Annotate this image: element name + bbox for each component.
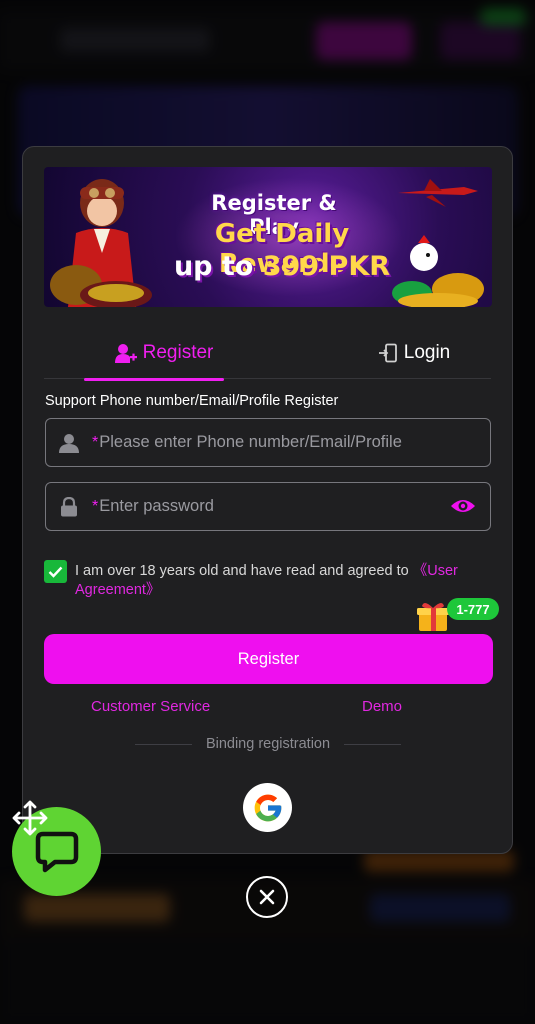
move-arrows-icon[interactable] [12,800,48,836]
divider-line [344,743,402,745]
binding-label: Binding registration [205,736,331,752]
plane-illustration [398,179,478,207]
gift-icon [417,602,449,631]
tab-register-label: Register [142,342,214,363]
auth-tabs: Register Login [44,327,491,381]
required-mark: * [92,433,99,451]
user-plus-icon [114,344,137,363]
banner-amount-prefix: up to [173,251,263,282]
promo-banner: Register & Play Get Daily Rewards up to … [44,167,492,307]
close-modal-button[interactable] [246,876,288,918]
tab-register[interactable]: Register [84,327,244,381]
register-modal: Register & Play Get Daily Rewards up to … [22,146,513,854]
google-icon [254,794,281,821]
close-icon [259,889,275,905]
phone-email-field[interactable]: * [45,418,491,467]
user-icon [46,433,92,453]
tab-login[interactable]: Login [344,327,484,379]
chat-bubble-icon [35,831,78,872]
pilot-girl-illustration [50,179,152,307]
support-text: Support Phone number/Email/Profile Regis… [45,393,339,409]
checkmark-icon [48,566,63,578]
phone-email-input[interactable] [99,433,490,452]
register-button[interactable]: Register [44,634,493,684]
tab-active-indicator [84,378,224,381]
agreement-text: I am over 18 years old and have read and… [75,562,495,600]
required-mark: * [92,497,99,515]
login-door-icon [378,343,397,363]
demo-link[interactable]: Demo [362,698,402,715]
eye-icon[interactable] [450,496,476,516]
customer-service-link[interactable]: Customer Service [91,698,210,715]
lock-icon [46,496,92,517]
binding-divider: Binding registration [135,736,402,752]
password-input[interactable] [99,497,490,516]
google-login-button[interactable] [243,783,292,832]
tab-login-label: Login [403,342,451,363]
password-field[interactable]: * [45,482,491,531]
agreement-statement: I am over 18 years old and have read and… [75,563,413,579]
banner-amount: up to 399 PKR [162,251,402,282]
banner-amount-value: 399 PKR [262,251,391,282]
promo-badge: 1-777 [447,598,499,620]
divider-line [135,743,192,745]
agree-checkbox[interactable] [44,560,67,583]
